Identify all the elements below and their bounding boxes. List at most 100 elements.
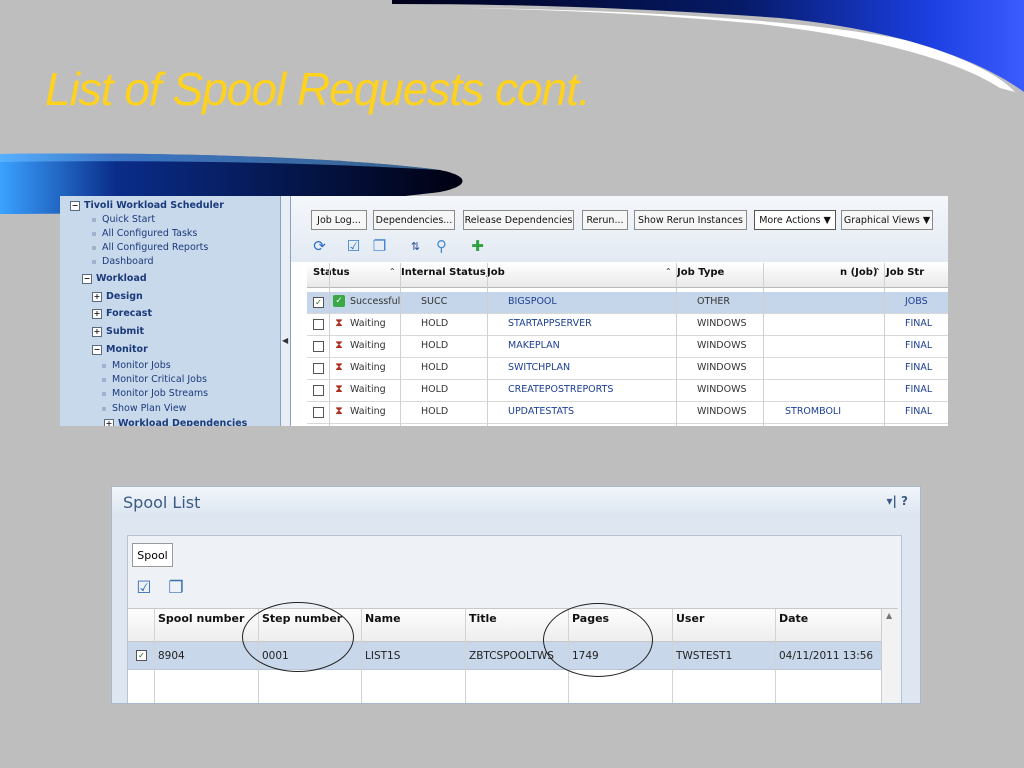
menu-help-icon[interactable]: ▾| ? xyxy=(886,494,908,508)
collapse-arrow-icon[interactable]: ◀ xyxy=(282,336,288,345)
nav-item[interactable]: Monitor Critical Jobs xyxy=(102,374,207,385)
job-stream-link[interactable]: FINAL xyxy=(905,318,932,329)
graphical-views-button[interactable]: Graphical Views ▼ xyxy=(841,210,933,230)
workstation-link[interactable]: STROMBOLI xyxy=(785,406,841,417)
job-name-link[interactable]: SWITCHPLAN xyxy=(508,362,570,373)
release-dependencies-button[interactable]: Release Dependencies xyxy=(463,210,574,230)
job-stream-link[interactable]: FINAL xyxy=(905,340,932,351)
job-name-link[interactable]: STARTAPPSERVER xyxy=(508,318,592,329)
internal-status-cell: HOLD xyxy=(421,362,449,373)
sort-arrow-icon[interactable]: ⌃ xyxy=(389,267,396,276)
column-job-type[interactable]: Job Type xyxy=(677,267,724,278)
expand-icon[interactable]: + xyxy=(92,308,102,319)
bullet-icon xyxy=(92,245,96,250)
table-row[interactable]: ⧗ Waiting HOLD MAKEPLAN WINDOWS FINAL xyxy=(307,336,948,358)
refresh-icon[interactable]: ⟳ xyxy=(311,238,328,255)
nav-item[interactable]: − Tivoli Workload Scheduler xyxy=(70,200,224,211)
table-row[interactable]: ⧗ Waiting HOLD SWITCHPLAN WINDOWS FINAL xyxy=(307,358,948,380)
table-row[interactable]: ⧗ Waiting HOLD CREATEPOSTREPORTS WINDOWS FINA… xyxy=(307,380,948,402)
deselect-all-icon[interactable]: ❐ xyxy=(371,238,388,255)
spool-row[interactable]: ✓ 8904 0001 LIST1S ZBTCSPOOLTWS 1749 TWS… xyxy=(128,642,881,670)
column-spool-number[interactable]: Spool number xyxy=(158,612,244,625)
internal-status-cell: HOLD xyxy=(421,318,449,329)
row-checkbox[interactable] xyxy=(313,407,324,418)
add-icon[interactable]: ✚ xyxy=(469,238,486,255)
nav-item[interactable]: All Configured Tasks xyxy=(92,228,197,239)
expand-icon[interactable]: + xyxy=(104,418,114,426)
row-checkbox[interactable]: ✓ xyxy=(136,650,147,661)
bullet-icon xyxy=(92,259,96,264)
jobs-grid-header: Status ⌃ Internal Status Job ⌃ Job Type … xyxy=(307,263,948,288)
nav-item[interactable]: + Forecast xyxy=(92,308,152,319)
job-name-link[interactable]: CREATEPOSTREPORTS xyxy=(508,384,613,395)
internal-status-cell: HOLD xyxy=(421,340,449,351)
nav-item-label: Workload Dependencies xyxy=(118,418,248,426)
nav-item[interactable]: − Workload xyxy=(82,273,147,284)
row-checkbox[interactable]: ✓ xyxy=(313,297,324,308)
job-stream-link[interactable]: FINAL xyxy=(905,406,932,417)
column-date[interactable]: Date xyxy=(779,612,808,625)
spool-number-cell: 8904 xyxy=(158,650,185,662)
scroll-up-icon[interactable]: ▲ xyxy=(886,611,892,620)
expand-icon[interactable]: + xyxy=(92,326,102,337)
nav-item[interactable]: Show Plan View xyxy=(102,403,186,414)
sort-icon[interactable]: ⇅ xyxy=(407,238,424,255)
hourglass-icon: ⧗ xyxy=(335,404,343,417)
job-stream-link[interactable]: FINAL xyxy=(905,362,932,373)
collapse-icon[interactable]: − xyxy=(82,273,92,284)
column-title[interactable]: Title xyxy=(469,612,497,625)
sort-arrow-icon[interactable]: ⌃ xyxy=(665,267,672,276)
nav-item[interactable]: + Design xyxy=(92,291,143,302)
sort-arrow-icon[interactable]: ⌃ xyxy=(874,267,881,276)
job-stream-link[interactable]: JOBS xyxy=(905,296,928,307)
annotation-circle-step-number xyxy=(242,602,354,672)
collapse-icon[interactable]: − xyxy=(92,344,102,355)
select-all-icon[interactable]: ☑ xyxy=(345,238,362,255)
nav-item[interactable]: + Workload Dependencies xyxy=(104,418,247,426)
spool-list-screenshot: Spool List ▾| ? Spool ☑ ❐ Spool number S… xyxy=(111,486,921,704)
column-job[interactable]: Job xyxy=(487,267,505,278)
table-row[interactable]: ⧗ Waiting HOLD STARTAPPSERVER WINDOWS FINAL xyxy=(307,314,948,336)
job-name-link[interactable]: UPDATESTATS xyxy=(508,406,574,417)
job-name-link[interactable]: BIGSPOOL xyxy=(508,296,557,307)
column-name[interactable]: Name xyxy=(365,612,401,625)
row-checkbox[interactable] xyxy=(313,385,324,396)
column-user[interactable]: User xyxy=(676,612,704,625)
table-row[interactable]: ✓ ✓ Successful SUCC BIGSPOOL OTHER JOBS xyxy=(307,292,948,314)
nav-item[interactable]: + Submit xyxy=(92,326,144,337)
job-log-button[interactable]: Job Log... xyxy=(311,210,367,230)
find-icon[interactable]: ⚲ xyxy=(433,238,450,255)
row-checkbox[interactable] xyxy=(313,341,324,352)
pane-splitter[interactable]: ◀ xyxy=(280,196,291,426)
bullet-icon xyxy=(102,391,106,396)
nav-item[interactable]: Dashboard xyxy=(92,256,154,267)
job-stream-link[interactable]: FINAL xyxy=(905,384,932,395)
column-job-stream[interactable]: Job Str xyxy=(886,267,924,278)
job-name-link[interactable]: MAKEPLAN xyxy=(508,340,560,351)
column-status[interactable]: Status xyxy=(313,267,350,278)
nav-item-label: Tivoli Workload Scheduler xyxy=(84,200,224,211)
navigation-tree: − Tivoli Workload Scheduler Quick Start All… xyxy=(60,196,280,426)
nav-item[interactable]: Monitor Jobs xyxy=(102,360,171,371)
collapse-icon[interactable]: − xyxy=(70,200,80,211)
dependencies-button[interactable]: Dependencies... xyxy=(373,210,455,230)
row-checkbox[interactable] xyxy=(313,319,324,330)
expand-icon[interactable]: + xyxy=(92,291,102,302)
vertical-scrollbar[interactable]: ▲ xyxy=(881,609,899,703)
more-actions-button[interactable]: More Actions ▼ xyxy=(754,210,836,230)
nav-item[interactable]: Quick Start xyxy=(92,214,155,225)
nav-item[interactable]: − Monitor xyxy=(92,344,148,355)
rerun-button[interactable]: Rerun... xyxy=(582,210,628,230)
date-cell: 04/11/2011 13:56 xyxy=(779,650,874,662)
column-workstation[interactable]: n (Job) xyxy=(840,267,878,278)
select-all-icon[interactable]: ☑ xyxy=(134,578,154,598)
show-rerun-instances-button[interactable]: Show Rerun Instances xyxy=(634,210,747,230)
table-row[interactable]: ⧗ Waiting HOLD UPDATESTATS WINDOWS STROMBOLI F… xyxy=(307,402,948,424)
nav-item[interactable]: All Configured Reports xyxy=(92,242,208,253)
hourglass-icon: ⧗ xyxy=(335,382,343,395)
column-internal-status[interactable]: Internal Status xyxy=(401,267,486,278)
row-checkbox[interactable] xyxy=(313,363,324,374)
deselect-all-icon[interactable]: ❐ xyxy=(166,578,186,598)
nav-item[interactable]: Monitor Job Streams xyxy=(102,388,208,399)
spool-button[interactable]: Spool xyxy=(132,543,173,567)
